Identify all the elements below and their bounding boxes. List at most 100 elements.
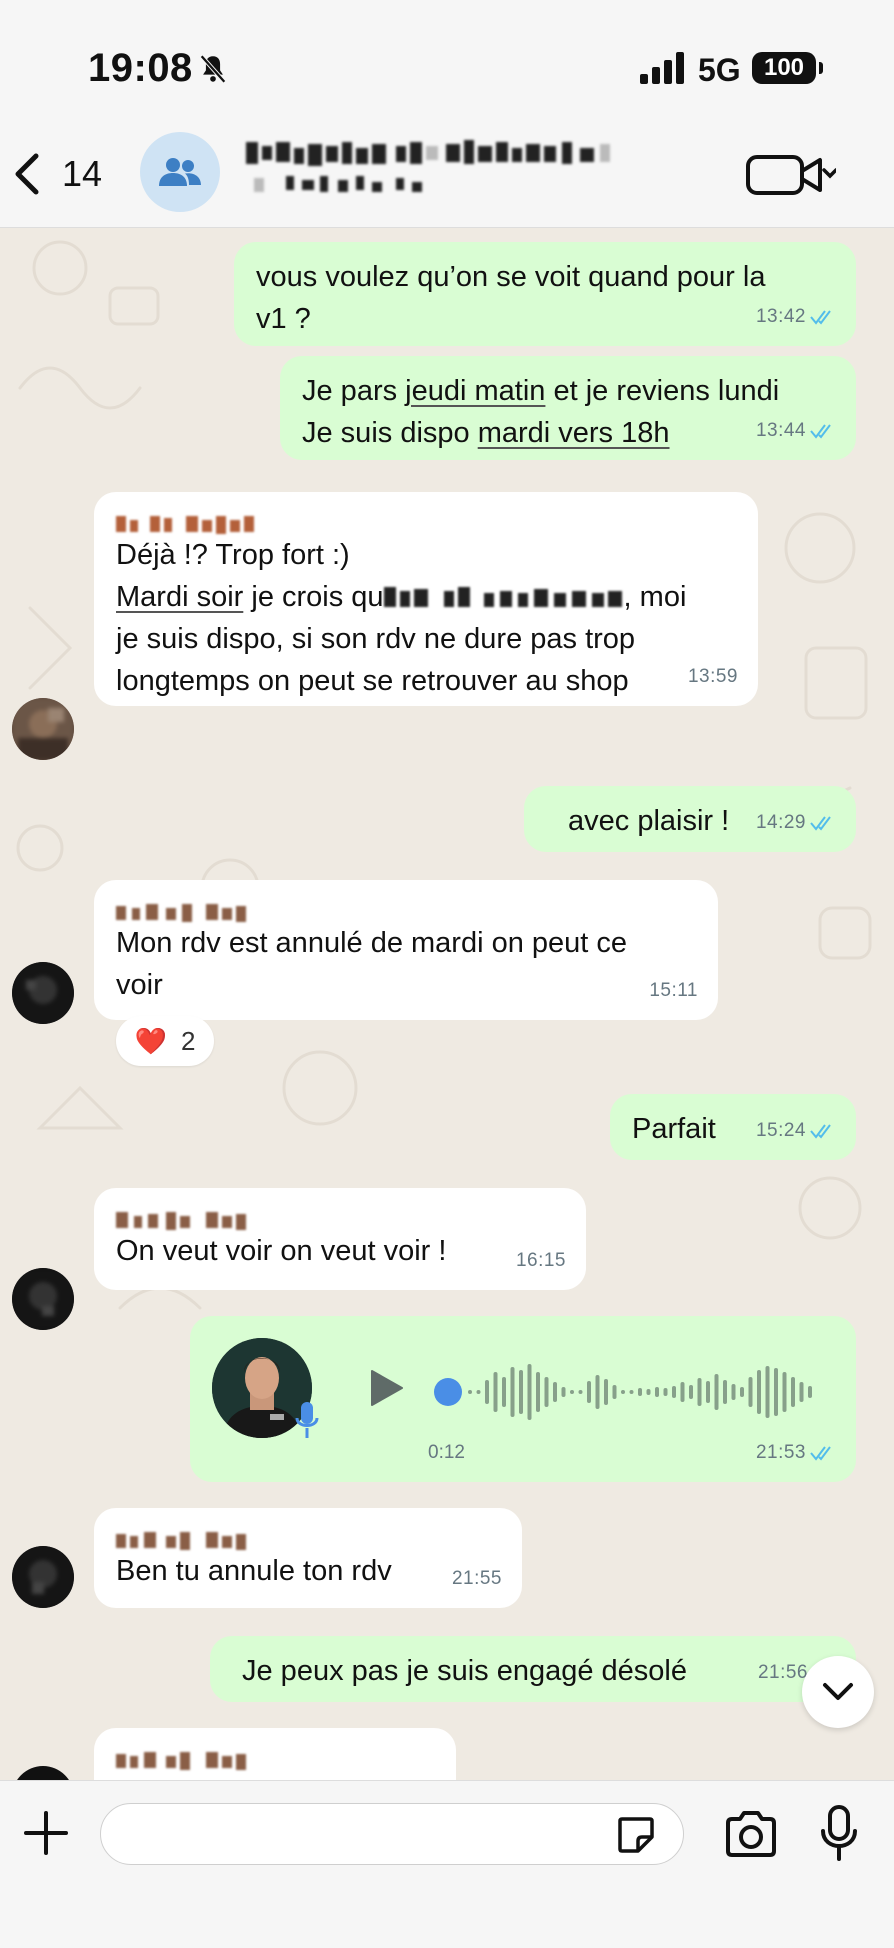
sticker-icon[interactable] [616,1815,656,1855]
waveform-bar [672,1386,676,1398]
waveform-bar [476,1390,481,1394]
waveform-bar [553,1382,557,1402]
waveform-bar [655,1387,659,1397]
message-incoming[interactable]: Déjà !? Trop fort :) Mardi soir je crois… [94,492,758,706]
waveform-bar [544,1377,549,1407]
date-link[interactable]: jeudi matin [405,375,545,407]
sender-name-redacted [116,1522,500,1550]
sender-name-redacted [116,894,696,922]
message-text: vous voulez qu’on se voit quand pour la [256,261,766,293]
message-text: Mardi soir je crois qu, moi [116,581,687,613]
waveform-bar [714,1374,719,1410]
signal-icon [640,52,684,84]
chat-messages[interactable]: vous voulez qu’on se voit quand pour la … [0,228,894,1780]
waveform-bar [561,1387,566,1397]
message-incoming[interactable]: Ben tu annule ton rdv 21:55 [94,1508,522,1608]
message-incoming[interactable] [94,1728,456,1780]
reaction-badge[interactable]: ❤️ 2 [116,1016,214,1066]
message-text: Je pars jeudi matin et je reviens lundi [302,375,780,407]
camera-icon[interactable] [724,1811,778,1857]
reaction-count: 2 [180,1025,196,1056]
double-check-icon [810,816,831,831]
message-meta: 13:59 [688,656,738,698]
waveform-bar [740,1387,744,1397]
member-avatar[interactable] [12,962,74,1024]
waveform-bar [595,1375,600,1409]
message-meta: 15:11 [649,970,698,1012]
waveform-bar [621,1390,625,1394]
audio-waveform[interactable] [468,1352,828,1432]
waveform-bar [646,1389,651,1395]
double-check-icon [810,1124,831,1139]
status-time: 19:08 [88,46,193,90]
message-outgoing[interactable]: Je peux pas je suis engagé désolé 21:56 [210,1636,856,1702]
waveform-bar [748,1377,753,1407]
microphone-icon[interactable] [820,1805,858,1861]
waveform-bar [485,1380,489,1404]
message-incoming[interactable]: Mon rdv est annulé de mardi on peut ce v… [94,880,718,1020]
video-call-button[interactable] [746,154,836,196]
waveform-bar [689,1385,693,1399]
microphone-icon [295,1402,319,1438]
message-meta: 21:53 [756,1432,836,1474]
voice-message[interactable]: 0:12 21:53 [190,1316,856,1482]
back-button[interactable]: 14 [10,144,102,204]
message-input[interactable] [100,1803,684,1865]
waveform-bar [502,1377,506,1407]
date-link[interactable]: mardi vers 18h [478,417,670,449]
message-meta: 13:44 [756,410,836,452]
waveform-bar [612,1385,617,1399]
member-avatar[interactable] [12,1546,74,1608]
message-incoming[interactable]: On veut voir on veut voir ! 16:15 [94,1188,586,1290]
sender-name-redacted [116,1202,564,1230]
message-text: Déjà !? Trop fort :) [116,539,350,571]
scroll-to-bottom-button[interactable] [802,1656,874,1728]
waveform-bar [757,1370,761,1414]
message-time: 21:55 [451,1568,502,1589]
play-icon[interactable] [366,1368,406,1408]
waveform-bar [731,1384,736,1400]
waveform-bar [706,1381,710,1403]
bell-slash-icon [200,54,226,84]
message-outgoing[interactable]: Je pars jeudi matin et je reviens lundi … [280,356,856,460]
message-meta: 16:15 [516,1240,566,1282]
waveform-bar [680,1382,685,1402]
message-text: Je peux pas je suis engagé désolé [242,1655,687,1687]
sender-name-redacted [116,506,736,534]
waveform-bar [774,1368,778,1416]
waveform-bar [782,1372,787,1412]
double-check-icon [810,424,831,439]
message-time: 14:29 [755,812,806,833]
message-text: v1 ? [256,303,311,335]
double-check-icon [810,310,831,325]
waveform-bar [808,1386,812,1398]
message-meta: 21:56 [758,1652,808,1694]
plus-icon[interactable] [22,1809,70,1857]
voice-duration: 0:12 [428,1442,465,1463]
member-avatar[interactable] [12,1268,74,1330]
waveform-bar [578,1390,583,1394]
message-time: 21:53 [755,1442,806,1463]
waveform-bar [493,1372,498,1412]
group-avatar[interactable] [140,132,220,212]
message-outgoing[interactable]: Parfait 15:24 [610,1094,856,1160]
message-outgoing[interactable]: avec plaisir ! 14:29 [524,786,856,852]
waveform-bar [799,1382,804,1402]
waveform-bar [527,1364,532,1420]
message-text: On veut voir on veut voir ! [116,1235,447,1267]
group-name-redacted[interactable] [246,140,706,210]
date-link[interactable]: Mardi soir [116,581,243,613]
message-time: 21:56 [757,1662,808,1683]
message-meta: 14:29 [756,802,836,844]
message-composer [0,1780,894,1948]
message-outgoing[interactable]: vous voulez qu’on se voit quand pour la … [234,242,856,346]
message-time: 13:59 [687,666,738,687]
message-time: 13:42 [755,306,806,327]
message-text: Ben tu annule ton rdv [116,1555,392,1587]
message-text: voir [116,969,163,1001]
waveform-bar [510,1367,515,1417]
waveform-bar [604,1379,608,1405]
unread-count: 14 [62,153,103,194]
member-avatar[interactable] [12,698,74,760]
playback-scrubber[interactable] [434,1378,462,1406]
